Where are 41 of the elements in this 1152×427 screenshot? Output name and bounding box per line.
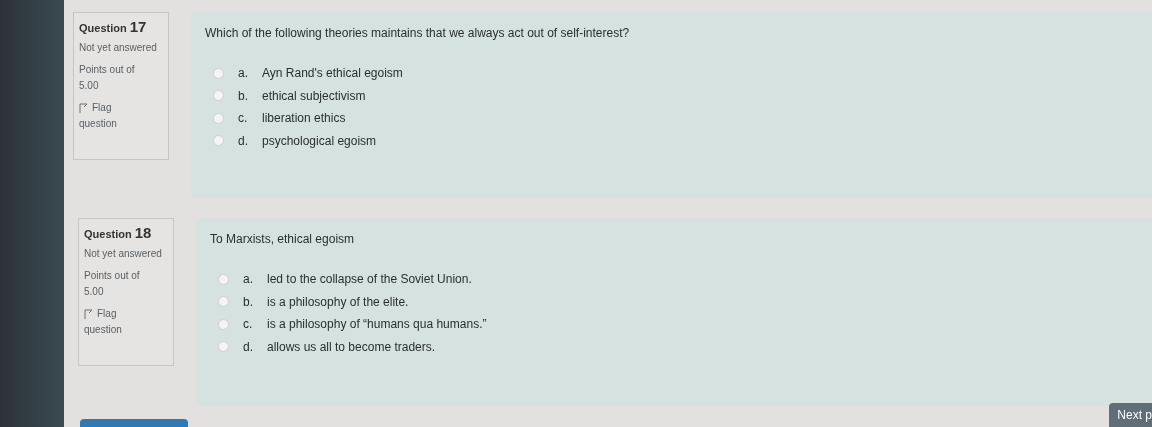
option-text[interactable]: psychological egoism [262,133,377,148]
question-number: Question 18 [84,225,153,242]
flag-icon[interactable] [79,103,88,113]
flag-link[interactable]: question [84,322,168,338]
option-text[interactable]: is a philosophy of “humans qua humans.” [267,317,487,332]
points-value: 5.00 [79,79,100,93]
option-letter: b. [243,294,254,309]
option-text[interactable]: liberation ethics [262,111,346,126]
status-text: Not yet answered [79,41,158,55]
radio-button[interactable] [213,112,224,124]
option-letter: c. [238,111,249,126]
question-text: Which of the following theories maintains that we always act out of self-interest? [205,26,631,40]
radio-button[interactable] [218,296,229,308]
points-value: 5.00 [84,285,105,299]
flag-link[interactable]: Flag [97,306,117,322]
next-page-button[interactable]: Next p [1109,403,1152,427]
radio-button[interactable] [213,67,224,79]
radio-button[interactable] [213,135,224,147]
option-letter: c. [243,317,254,332]
option-letter: b. [238,88,249,103]
option-letter: a. [238,66,249,81]
flag-icon[interactable] [84,309,93,319]
flag-link[interactable]: Flag [92,100,112,116]
option-letter: d. [243,339,254,354]
option-text[interactable]: ethical subjectivism [262,88,366,103]
radio-button[interactable] [218,273,229,285]
radio-button[interactable] [218,341,229,353]
radio-button[interactable] [213,90,224,102]
option-letter: d. [238,133,249,148]
question-number: Question 17 [79,19,148,36]
option-text[interactable]: is a philosophy of the elite. [267,294,409,309]
option-text[interactable]: Ayn Rand's ethical egoism [262,66,403,81]
points-label: Points out of [79,63,136,77]
question-text: To Marxists, ethical egoism [210,232,356,246]
option-letter: a. [243,272,254,287]
status-text: Not yet answered [84,247,163,261]
points-label: Points out of [84,269,141,283]
option-text[interactable]: led to the collapse of the Soviet Union. [267,272,472,287]
option-text[interactable]: allows us all to become traders. [267,339,436,354]
flag-link[interactable]: question [79,116,163,132]
radio-button[interactable] [218,318,229,330]
